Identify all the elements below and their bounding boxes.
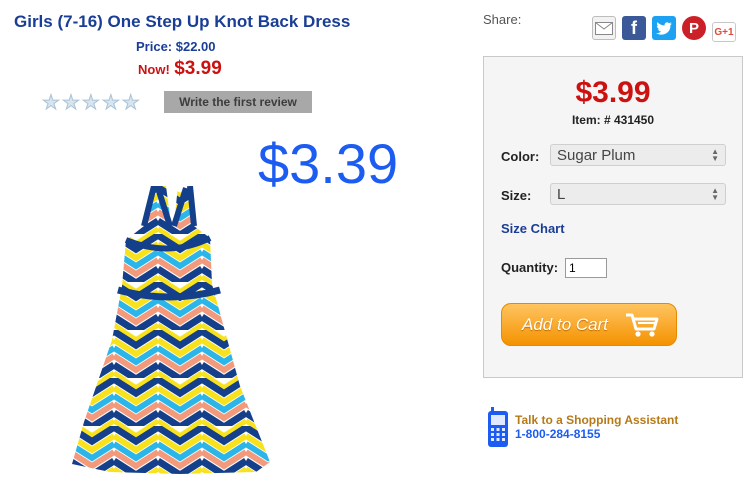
star-icon[interactable]: ★ — [61, 93, 80, 114]
dress-image — [72, 186, 270, 474]
google-plus-icon[interactable]: G+1 — [712, 22, 736, 42]
pinterest-icon[interactable]: P — [682, 16, 706, 40]
add-to-cart-label: Add to Cart — [522, 314, 608, 334]
original-price: Price: $22.00 — [136, 39, 216, 54]
cart-icon — [626, 313, 659, 337]
color-select[interactable]: Sugar Plum ▲ ▼ — [550, 144, 726, 166]
size-select[interactable]: L ▲ ▼ — [550, 183, 726, 205]
item-number: Item: # 431450 — [571, 113, 655, 127]
panel-price: $3.99 — [575, 76, 651, 109]
now-price: $3.99 — [174, 58, 222, 79]
star-icon[interactable]: ★ — [81, 93, 100, 114]
size-select-value: L — [557, 185, 566, 203]
assistant-label: Talk to a Shopping Assistant — [515, 413, 679, 427]
select-arrows-icon: ▲ ▼ — [711, 186, 719, 202]
product-title: Girls (7-16) One Step Up Knot Back Dress — [14, 12, 351, 31]
quantity-input[interactable] — [565, 258, 607, 278]
add-to-cart-button[interactable]: Add to Cart — [501, 303, 677, 346]
twitter-icon[interactable] — [652, 16, 676, 40]
star-icon[interactable]: ★ — [101, 93, 120, 114]
overlay-price: $3.39 — [258, 132, 399, 195]
assistant-phone[interactable]: 1-800-284-8155 — [515, 427, 678, 441]
email-icon[interactable] — [592, 16, 616, 40]
star-icon[interactable]: ★ — [42, 93, 61, 114]
color-label: Color: — [501, 149, 540, 164]
size-chart-link[interactable]: Size Chart — [501, 221, 565, 236]
share-label: Share: — [483, 12, 522, 27]
write-review-button[interactable]: Write the first review — [164, 91, 312, 113]
color-select-value: Sugar Plum — [557, 146, 636, 164]
select-arrows-icon: ▲ ▼ — [711, 147, 719, 163]
sale-price: Now! $3.99 — [138, 58, 222, 80]
phone-icon — [488, 407, 508, 447]
rating-stars[interactable]: ★ ★ ★ ★ ★ — [42, 93, 141, 114]
star-icon[interactable]: ★ — [121, 93, 140, 114]
shopping-assistant[interactable]: Talk to a Shopping Assistant 1-800-284-8… — [487, 406, 678, 448]
purchase-panel: $3.99 Item: # 431450 Color: Sugar Plum ▲… — [483, 56, 743, 378]
quantity-label: Quantity: — [501, 260, 559, 275]
facebook-icon[interactable]: f — [622, 16, 646, 40]
size-label: Size: — [501, 188, 532, 203]
now-label: Now! — [138, 62, 170, 77]
share-icons: f P G+1 — [592, 16, 736, 42]
